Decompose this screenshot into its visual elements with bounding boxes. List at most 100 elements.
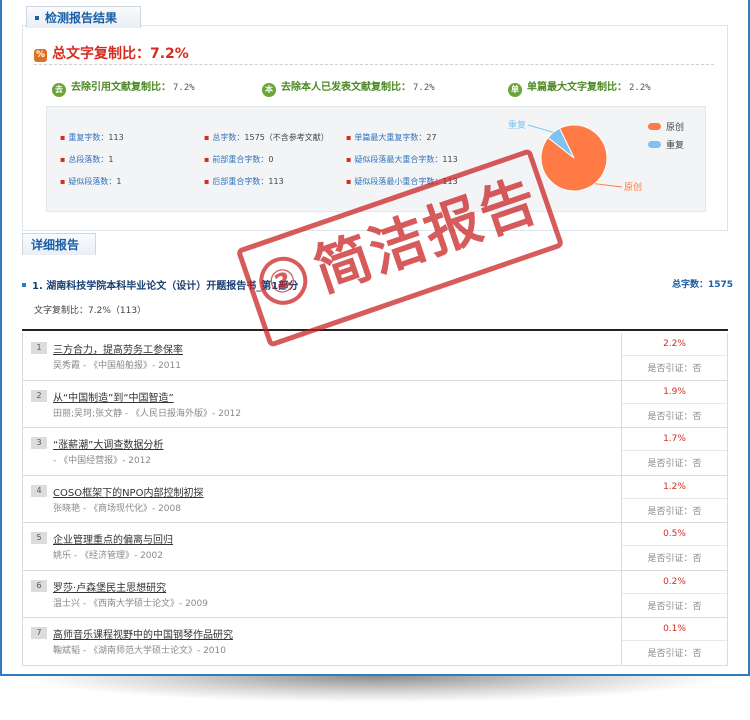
- stat-label: 总段落数：: [68, 155, 109, 164]
- max-single-label: 单篇最大文字复制比：: [527, 82, 627, 93]
- stat-label: 总字数：: [212, 133, 245, 142]
- reference-meta: 田丽;吴珂;张文静 - 《人民日报海外版》- 2012: [53, 408, 242, 419]
- stat-repeat-chars: ▪ 重复字数：113: [60, 132, 124, 143]
- stat-max-paragraph-overlap: ▪ 疑似段落最大重合字数：113: [346, 154, 458, 165]
- exclude-own-label: 去除本人已发表文献复制比：: [281, 82, 411, 93]
- legend-swatch-original: [648, 123, 661, 130]
- document-bullet-icon: [22, 283, 26, 287]
- exclude-citation-icon: 去: [52, 83, 66, 97]
- bullet-icon: ▪: [204, 133, 210, 142]
- row-number: 7: [31, 627, 47, 639]
- max-single-icon: 单: [508, 83, 522, 97]
- row-number: 1: [31, 342, 47, 354]
- stat-label: 单篇最大重复字数：: [354, 133, 427, 142]
- reference-meta: 温士兴 - 《西南大学硕士论文》- 2009: [53, 598, 208, 609]
- document-title-text: 1. 湖南科技学院本科毕业论文（设计）开题报告书_第1部分: [32, 281, 299, 292]
- stat-min-paragraph-overlap: ▪ 疑似段落最小重合字数：113: [346, 176, 458, 187]
- reference-percent: 0.2%: [663, 576, 686, 587]
- reference-meta: - 《中国经营报》- 2012: [53, 456, 152, 466]
- stat-max-single-repeat: ▪ 单篇最大重复字数：27: [346, 132, 437, 143]
- legend-item-original: 原创: [648, 120, 684, 133]
- total-copy-ratio: % 总文字复制比：7.2%: [34, 43, 189, 63]
- document-total-chars: 总字数：1575: [672, 280, 734, 290]
- reference-cited: 是否引证：否: [647, 459, 702, 469]
- tab-detection-result-label: 检测报告结果: [45, 11, 118, 25]
- stat-value: 0: [268, 155, 274, 164]
- tab-detection-result[interactable]: 检测报告结果: [26, 6, 141, 28]
- reference-title-link[interactable]: “涨薪潮”大调查数据分析: [53, 436, 163, 451]
- stat-value: 27: [426, 133, 437, 142]
- stat-value: 1: [116, 177, 122, 186]
- exclude-citation-ratio: 去去除引用文献复制比： 7.2%: [52, 78, 195, 97]
- stat-label: 疑似段落最大重合字数：: [354, 155, 443, 164]
- divider: [34, 64, 714, 65]
- table-row: 6 罗莎·卢森堡民主思想研究 温士兴 - 《西南大学硕士论文》- 2009 0.…: [23, 570, 727, 618]
- max-single-value: 2.2%: [629, 83, 651, 93]
- document-copy-ratio: 文字复制比：7.2%（113）: [34, 306, 147, 316]
- table-row: 1 三方合力，提高劳务工参保率 吴秀霞 - 《中国船舶报》- 2011 2.2%…: [23, 333, 727, 381]
- frame-shadow: [30, 676, 720, 702]
- exclude-citation-value: 7.2%: [173, 83, 195, 93]
- table-row: 3 “涨薪潮”大调查数据分析 - 《中国经营报》- 2012 1.7% 是否引证：…: [23, 428, 727, 476]
- reference-title-link[interactable]: COSO框架下的NPO内部控制初探: [53, 484, 203, 499]
- tab-dot-icon: [35, 15, 39, 20]
- reference-percent: 1.9%: [663, 386, 686, 397]
- reference-title-link[interactable]: 罗莎·卢森堡民主思想研究: [53, 579, 166, 594]
- stat-front-overlap: ▪ 前部重合字数：0: [204, 154, 274, 165]
- stat-back-overlap: ▪ 后部重合字数：113: [204, 176, 284, 187]
- stat-label: 重复字数：: [68, 133, 109, 142]
- bullet-icon: ▪: [204, 155, 210, 164]
- bullet-icon: ▪: [60, 155, 66, 164]
- tab-detail-report[interactable]: 详细报告: [22, 233, 96, 255]
- bullet-icon: ▪: [60, 133, 66, 142]
- reference-table: 1 三方合力，提高劳务工参保率 吴秀霞 - 《中国船舶报》- 2011 2.2%…: [22, 333, 728, 666]
- bullet-icon: ▪: [346, 155, 352, 164]
- row-number: 2: [31, 389, 47, 402]
- table-row: 4 COSO框架下的NPO内部控制初探 张晓艳 - 《商场现代化》- 2008 …: [23, 475, 727, 523]
- legend-swatch-repeat: [648, 141, 661, 148]
- reference-percent: 0.5%: [663, 529, 686, 539]
- stat-label: 前部重合字数：: [212, 155, 269, 164]
- stat-value: 113: [108, 133, 124, 142]
- reference-percent: 1.2%: [663, 481, 686, 492]
- stat-label: 后部重合字数：: [212, 177, 269, 186]
- reference-cited: 是否引证：否: [647, 411, 702, 422]
- bullet-icon: ▪: [346, 133, 352, 142]
- total-copy-ratio-value: 7.2%: [150, 46, 189, 62]
- row-number: 6: [31, 579, 47, 592]
- stat-value: 1: [108, 155, 114, 164]
- row-number: 3: [31, 437, 47, 449]
- reference-title-link[interactable]: 三方合力，提高劳务工参保率: [53, 341, 183, 356]
- reference-meta: 张晓艳 - 《商场现代化》- 2008: [53, 503, 181, 514]
- percent-icon: %: [34, 49, 47, 62]
- pie-slice-label-1: 重复: [508, 119, 526, 131]
- stat-value: 113: [442, 155, 458, 164]
- legend-label-original: 原创: [666, 123, 685, 133]
- stat-value: 1575（不含参考文献）: [244, 133, 329, 142]
- reference-percent: 0.1%: [663, 624, 686, 634]
- bullet-icon: ▪: [204, 177, 210, 186]
- pie-leader-line-1: [527, 124, 554, 133]
- legend-item-repeat: 重复: [648, 138, 684, 151]
- reference-percent: 1.7%: [663, 434, 686, 444]
- reference-title-link[interactable]: 企业管理重点的偏离与回归: [53, 531, 173, 546]
- stat-label: 疑似段落数：: [68, 177, 117, 186]
- exclude-citation-label: 去除引用文献复制比：: [71, 82, 171, 93]
- stat-label: 疑似段落最小重合字数：: [354, 177, 443, 186]
- reference-meta: 鞠斌韬 - 《湖南师范大学硕士论文》- 2010: [53, 646, 226, 656]
- legend-label-repeat: 重复: [666, 141, 685, 151]
- reference-cited: 是否引证：否: [647, 554, 702, 564]
- reference-cited: 是否引证：否: [647, 649, 702, 659]
- document-title: 1. 湖南科技学院本科毕业论文（设计）开题报告书_第1部分: [22, 277, 298, 292]
- row-number: 5: [31, 532, 47, 544]
- stat-total-chars: ▪ 总字数：1575（不含参考文献）: [204, 132, 329, 143]
- total-copy-ratio-label: 总文字复制比：: [52, 46, 150, 62]
- stat-value: 113: [268, 177, 284, 186]
- exclude-own-ratio: 本去除本人已发表文献复制比： 7.2%: [262, 78, 435, 97]
- row-number: 4: [31, 484, 47, 497]
- reference-title-link[interactable]: 从“中国制造”到“中国智造”: [53, 389, 174, 404]
- pie-chart-area: 原创 重复 原创 重复: [490, 108, 705, 210]
- table-row: 5 企业管理重点的偏离与回归 姚乐 - 《经济管理》- 2002 0.5% 是否引…: [23, 523, 727, 571]
- stat-suspect-paragraphs: ▪ 疑似段落数：1: [60, 176, 122, 187]
- reference-title-link[interactable]: 高师音乐课程视野中的中国钢琴作品研究: [53, 626, 233, 641]
